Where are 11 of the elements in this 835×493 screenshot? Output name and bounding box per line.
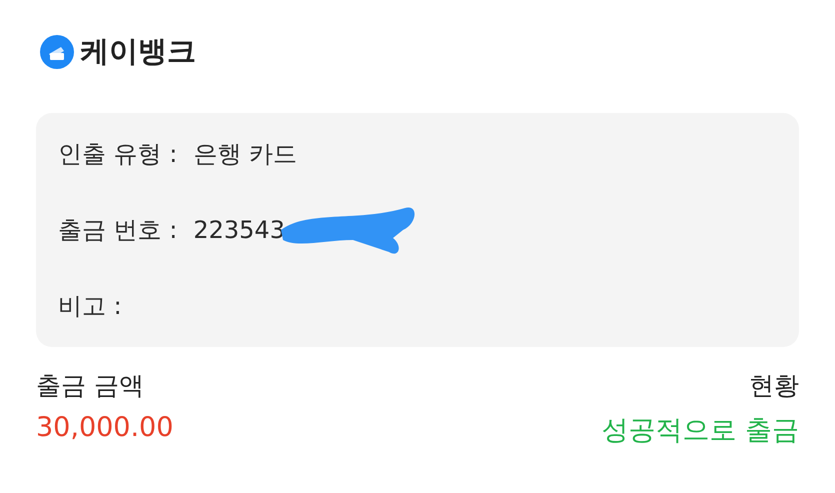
amount-value: 30,000.00 xyxy=(36,412,174,443)
detail-value: 은행 카드 xyxy=(193,139,297,170)
brand-name: 케이뱅크 xyxy=(80,33,196,70)
status-value: 성공적으로 출금 xyxy=(601,414,799,448)
detail-label: 비고 : xyxy=(58,291,122,322)
status-label: 현황 xyxy=(749,370,799,402)
bank-logo-icon xyxy=(40,35,74,69)
detail-value: 223543 xyxy=(193,216,285,244)
amount-label: 출금 금액 xyxy=(36,370,144,402)
detail-label: 인출 유형 : xyxy=(58,139,178,170)
detail-label: 출금 번호 : xyxy=(58,215,178,246)
